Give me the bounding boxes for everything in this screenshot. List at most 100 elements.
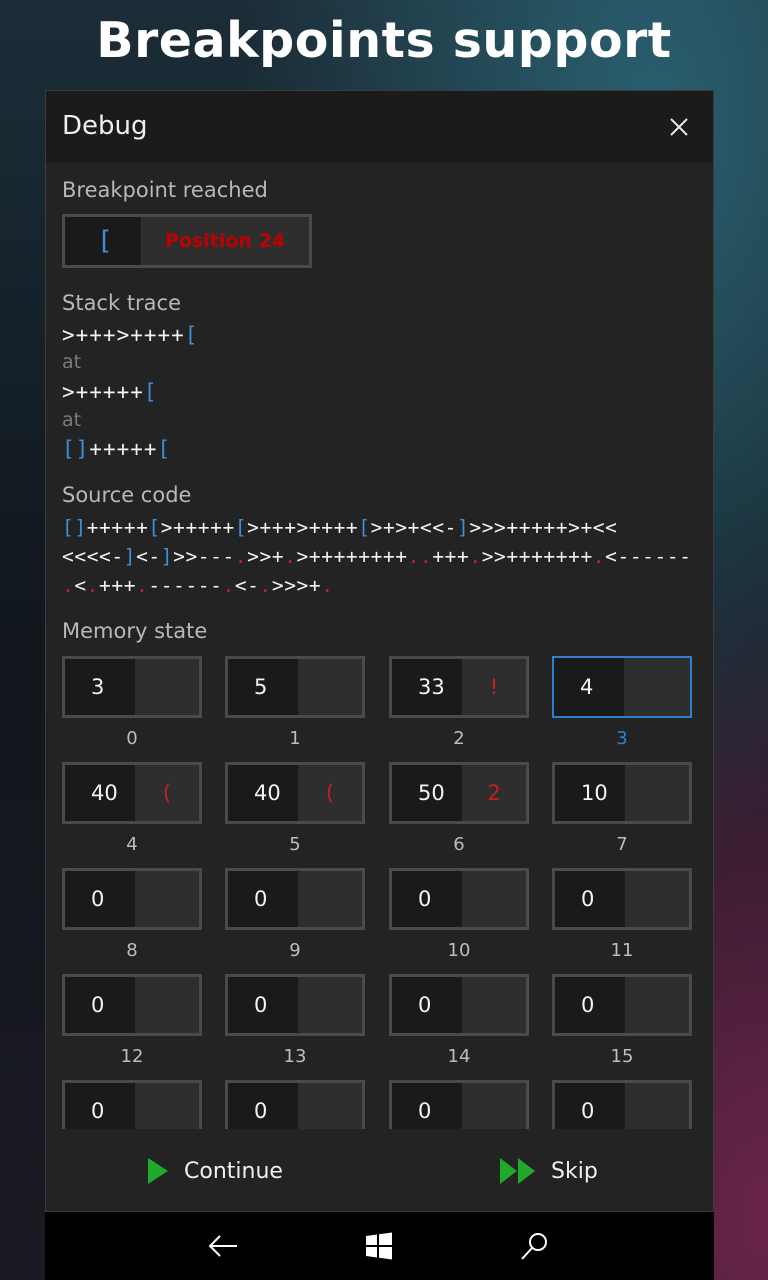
continue-button[interactable]: Continue: [146, 1131, 283, 1211]
stack-at-label: at: [62, 351, 82, 373]
memory-cell-char: [624, 658, 690, 716]
memory-cell-char: [462, 977, 526, 1033]
memory-cell-char: (: [298, 765, 362, 821]
memory-cell-index: 14: [447, 1046, 471, 1067]
back-arrow-icon[interactable]: [207, 1230, 239, 1262]
memory-cell-char: [298, 977, 362, 1033]
breakpoint-char: [: [65, 217, 141, 265]
memory-cell[interactable]: 40(4: [62, 762, 202, 855]
memory-cell-value: 4: [554, 658, 624, 716]
memory-cell-char: [298, 1083, 362, 1129]
memory-cell-index: 15: [610, 1046, 634, 1067]
memory-cell-value: 0: [228, 871, 298, 927]
memory-cell[interactable]: 40( 5: [225, 762, 365, 855]
memory-cell-index: 0: [126, 728, 138, 749]
memory-cell-box: 0: [225, 1080, 365, 1129]
memory-cell-char: (: [135, 765, 199, 821]
memory-cell-char: [462, 871, 526, 927]
play-icon: [148, 1158, 168, 1184]
memory-cell-value: 0: [65, 1083, 135, 1129]
memory-cell[interactable]: 33! 2: [389, 656, 529, 749]
memory-cell[interactable]: 30: [62, 656, 202, 749]
memory-cell-box: 0: [62, 868, 202, 930]
skip-button[interactable]: Skip: [499, 1131, 598, 1211]
dialog-footer: Continue Skip: [46, 1131, 713, 1211]
memory-cell-box: 5: [225, 656, 365, 718]
memory-cell[interactable]: 0 12: [62, 974, 202, 1067]
source-line: .<.+++.------.<-.>>>+.: [62, 574, 334, 597]
stack-frame: []+++++[: [62, 437, 172, 461]
memory-cell-char: [135, 1083, 199, 1129]
memory-cell[interactable]: 09: [225, 868, 365, 961]
memory-cell[interactable]: 08: [62, 868, 202, 961]
memory-cell-box: 40(: [62, 762, 202, 824]
memory-cell-box: 0: [552, 974, 692, 1036]
source-code: []+++++[>+++++[>+++>++++[>+>+<<-]>>>++++…: [62, 513, 702, 600]
memory-cell-value: 0: [555, 1083, 625, 1129]
dialog-title: Debug: [62, 111, 148, 141]
memory-cell-char: [298, 659, 362, 715]
memory-cell-box: 0: [552, 868, 692, 930]
memory-cell-index: 1: [289, 728, 301, 749]
memory-cell-value: 33: [392, 659, 462, 715]
memory-cell-box: 0: [389, 868, 529, 930]
memory-cell-index: 10: [447, 940, 471, 961]
memory-cell-value: 0: [392, 977, 462, 1033]
memory-cell-char: [625, 1083, 689, 1129]
memory-cell[interactable]: 019: [552, 1080, 692, 1129]
memory-grid[interactable]: 3 0 5 1 33! 2 4 3 40(4 40(5 50 2 6 10 7 0 8 0 9 0 10 0 11 0 12 0 1…: [46, 656, 713, 1129]
memory-cell-index: 13: [283, 1046, 307, 1067]
memory-cell-box: 4: [552, 656, 692, 718]
memory-cell-char: [135, 977, 199, 1033]
memory-cell-box: 3: [62, 656, 202, 718]
memory-cell-box: 33!: [389, 656, 529, 718]
memory-cell[interactable]: 0 10: [389, 868, 529, 961]
memory-cell[interactable]: 0 14: [389, 974, 529, 1067]
breakpoint-label: Breakpoint reached: [62, 178, 268, 202]
windows-icon[interactable]: [363, 1230, 395, 1262]
search-icon[interactable]: [519, 1230, 551, 1262]
memory-cell-value: 0: [555, 977, 625, 1033]
memory-cell-value: 5: [228, 659, 298, 715]
memory-cell-index: 7: [616, 834, 628, 855]
memory-cell[interactable]: 017: [225, 1080, 365, 1129]
memory-cell-value: 10: [555, 765, 625, 821]
stack-frame: >+++++[: [62, 380, 158, 404]
fast-forward-icon: [500, 1158, 535, 1184]
memory-cell-value: 40: [65, 765, 135, 821]
memory-cell-box: 40(: [225, 762, 365, 824]
memory-cell-box: 0: [225, 974, 365, 1036]
source-line: []+++++[>+++++[>+++>++++[>+>+<<-]>>>++++…: [62, 516, 618, 539]
memory-cell-value: 0: [555, 871, 625, 927]
memory-cell[interactable]: 43: [552, 656, 692, 749]
breakpoint-position: Position 24: [141, 217, 309, 265]
close-icon[interactable]: [665, 113, 693, 141]
system-nav-bar: [45, 1212, 714, 1280]
memory-cell-char: [625, 765, 689, 821]
breakpoint-box: [ Position 24: [62, 214, 312, 268]
memory-cell[interactable]: 10 7: [552, 762, 692, 855]
memory-cell[interactable]: 0 15: [552, 974, 692, 1067]
memory-cell[interactable]: 50 2 6: [389, 762, 529, 855]
memory-cell-index: 3: [616, 728, 628, 749]
memory-cell-index: 2: [453, 728, 465, 749]
memory-cell[interactable]: 0 11: [552, 868, 692, 961]
memory-cell[interactable]: 018: [389, 1080, 529, 1129]
memory-cell-box: 0: [62, 1080, 202, 1129]
memory-cell-index: 4: [126, 834, 138, 855]
source-code-label: Source code: [62, 483, 192, 507]
memory-cell-box: 10: [552, 762, 692, 824]
memory-cell[interactable]: 0 13: [225, 974, 365, 1067]
memory-cell[interactable]: 016: [62, 1080, 202, 1129]
memory-cell-char: [135, 659, 199, 715]
memory-cell-char: [462, 1083, 526, 1129]
stack-frame: >+++>++++[: [62, 323, 199, 347]
memory-cell-index: 9: [289, 940, 301, 961]
stack-trace-label: Stack trace: [62, 291, 182, 315]
memory-cell[interactable]: 51: [225, 656, 365, 749]
memory-cell-value: 0: [65, 871, 135, 927]
memory-cell-char: !: [462, 659, 526, 715]
memory-cell-index: 5: [289, 834, 301, 855]
debug-dialog: Debug Breakpoint reached [ Position 24 S…: [45, 90, 714, 1212]
memory-cell-index: 11: [610, 940, 634, 961]
